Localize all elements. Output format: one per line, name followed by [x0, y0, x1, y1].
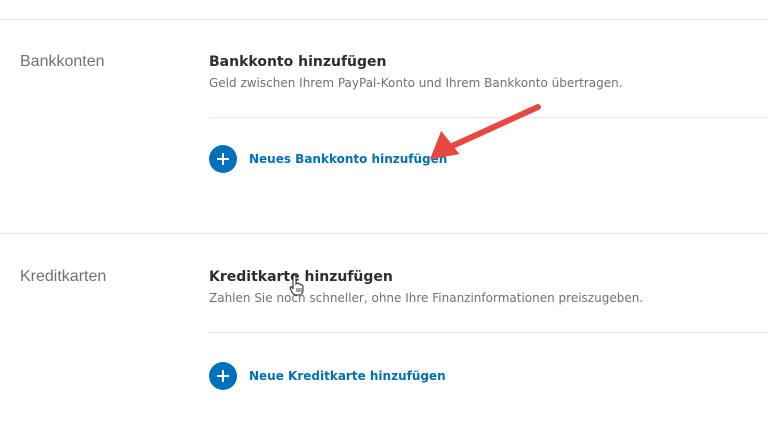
bank-accounts-section: Bankkonten Bankkonto hinzufügen Geld zwi… [0, 20, 768, 233]
add-bank-account-label[interactable]: Neues Bankkonto hinzufügen [249, 152, 447, 166]
plus-circle-icon[interactable] [209, 362, 237, 390]
content-divider [209, 117, 768, 118]
section-label-credit-cards: Kreditkarten [20, 268, 107, 285]
add-credit-card-button[interactable]: Neue Kreditkarte hinzufügen [209, 362, 446, 390]
plus-circle-icon[interactable] [209, 145, 237, 173]
add-credit-card-description: Zahlen Sie noch schneller, ohne Ihre Fin… [209, 291, 644, 305]
credit-cards-section: Kreditkarten Kreditkarte hinzufügen Zahl… [0, 234, 768, 444]
content-divider [209, 332, 768, 333]
add-bank-account-title: Bankkonto hinzufügen [209, 54, 387, 70]
add-credit-card-label[interactable]: Neue Kreditkarte hinzufügen [249, 369, 446, 383]
add-bank-account-description: Geld zwischen Ihrem PayPal-Konto und Ihr… [209, 76, 623, 90]
add-credit-card-title: Kreditkarte hinzufügen [209, 269, 393, 285]
credit-cards-content: Kreditkarte hinzufügen Zahlen Sie noch s… [209, 268, 768, 390]
bank-accounts-content: Bankkonto hinzufügen Geld zwischen Ihrem… [209, 53, 768, 173]
section-label-bank-accounts: Bankkonten [20, 53, 105, 70]
wallet-page: Bankkonten Bankkonto hinzufügen Geld zwi… [0, 0, 768, 444]
add-bank-account-button[interactable]: Neues Bankkonto hinzufügen [209, 145, 447, 173]
